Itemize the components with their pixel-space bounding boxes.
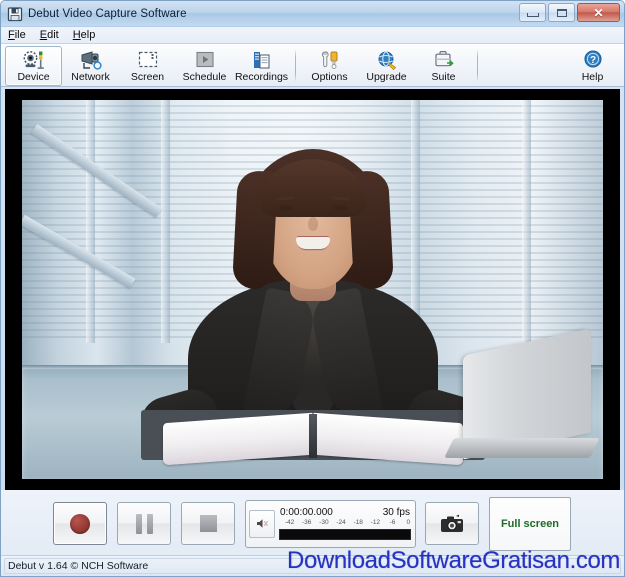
menu-bar: File Edit Help: [1, 27, 624, 44]
mute-button[interactable]: [249, 509, 275, 538]
db-tick: -30: [319, 519, 329, 526]
mouth-smile: [295, 236, 330, 249]
window-mullion: [161, 100, 171, 343]
vu-level-bar: [279, 529, 411, 540]
window-mullion: [85, 100, 95, 343]
db-tick: -6: [389, 519, 396, 526]
record-circle-icon: [70, 513, 90, 534]
eye-left: [278, 204, 292, 211]
app-window: Debut Video Capture Software ✕ File Edit…: [0, 0, 625, 577]
db-scale: -42 -36 -30 -24 -18 -12 -6 0: [279, 519, 411, 528]
toolbar-button-help[interactable]: ? Help: [564, 46, 621, 86]
maximize-button[interactable]: [548, 3, 575, 22]
laptop: [441, 328, 601, 464]
schedule-icon: [193, 49, 217, 71]
db-tick: -36: [302, 519, 312, 526]
toolbar-label-upgrade: Upgrade: [366, 71, 407, 83]
main-toolbar: Device Network Screen Schedule Recording…: [1, 44, 624, 87]
video-preview[interactable]: [5, 89, 620, 490]
minimize-button[interactable]: [519, 3, 546, 22]
stop-button[interactable]: [181, 502, 235, 545]
toolbar-label-help: Help: [581, 71, 604, 83]
toolbar-button-upgrade[interactable]: Upgrade: [358, 46, 415, 86]
db-tick: 0: [406, 519, 411, 526]
close-icon: ✕: [593, 5, 604, 20]
nose: [307, 216, 318, 231]
meter-column: 0:00:00.000 30 fps -42 -36 -30 -24 -18 -…: [279, 503, 411, 545]
record-button[interactable]: [53, 502, 107, 545]
stop-square-icon: [199, 515, 217, 532]
toolbar-label-recordings: Recordings: [234, 71, 289, 83]
toolbar-button-suite[interactable]: Suite: [415, 46, 472, 86]
save-floppy-icon: [7, 6, 23, 22]
speaker-mute-icon: [256, 519, 268, 528]
db-tick: -18: [353, 519, 363, 526]
maximize-icon: [556, 8, 567, 17]
timecode-display: 0:00:00.000: [280, 507, 333, 518]
fullscreen-label: Full screen: [500, 517, 560, 530]
menu-item-file[interactable]: File: [8, 29, 34, 41]
pause-bars-icon: [135, 513, 153, 534]
window-title: Debut Video Capture Software: [28, 7, 187, 20]
upgrade-globe-icon: [375, 49, 399, 71]
window-controls: ✕: [519, 3, 620, 22]
pause-button[interactable]: [117, 502, 171, 545]
title-bar: Debut Video Capture Software ✕: [1, 1, 624, 27]
menu-item-help[interactable]: Help: [73, 29, 104, 41]
book-spine: [308, 414, 317, 459]
toolbar-button-network[interactable]: Network: [62, 46, 119, 86]
control-bar: 0:00:00.000 30 fps -42 -36 -30 -24 -18 -…: [1, 490, 624, 557]
options-tools-icon: [318, 49, 342, 71]
network-camera-icon: [79, 49, 103, 71]
db-tick: -42: [284, 519, 295, 526]
toolbar-separator-2: [477, 49, 478, 82]
fps-display: 30 fps: [382, 507, 410, 518]
db-tick: -12: [370, 519, 381, 526]
suite-briefcase-icon: [432, 49, 456, 71]
eye-right: [333, 204, 347, 211]
video-stage: [22, 100, 603, 479]
status-text: Debut v 1.64 © NCH Software: [8, 560, 149, 572]
audio-meter-panel: 0:00:00.000 30 fps -42 -36 -30 -24 -18 -…: [245, 499, 416, 548]
meter-header: 0:00:00.000 30 fps: [279, 507, 411, 518]
toolbar-label-options: Options: [311, 71, 348, 83]
menu-item-edit[interactable]: Edit: [40, 29, 67, 41]
toolbar-label-screen: Screen: [130, 71, 165, 83]
toolbar-label-schedule: Schedule: [182, 71, 227, 83]
minimize-icon: [526, 13, 539, 17]
fullscreen-button[interactable]: Full screen: [489, 496, 571, 551]
screen-capture-icon: [136, 49, 160, 71]
toolbar-button-screen[interactable]: Screen: [119, 46, 176, 86]
recordings-icon: [250, 49, 274, 71]
help-question-icon: ?: [581, 49, 605, 71]
toolbar-label-device: Device: [17, 71, 50, 83]
svg-text:?: ?: [589, 55, 595, 66]
db-tick: -24: [336, 519, 346, 526]
toolbar-button-schedule[interactable]: Schedule: [176, 46, 233, 86]
laptop-base: [444, 437, 601, 458]
open-book: [140, 404, 485, 466]
toolbar-label-network: Network: [71, 71, 110, 83]
toolbar-button-recordings[interactable]: Recordings: [233, 46, 290, 86]
toolbar-button-options[interactable]: Options: [301, 46, 358, 86]
snapshot-button[interactable]: [425, 502, 479, 545]
toolbar-label-suite: Suite: [431, 71, 456, 83]
close-button[interactable]: ✕: [577, 3, 620, 22]
camera-snapshot-icon: [441, 514, 463, 532]
webcam-device-icon: [22, 49, 46, 71]
window-mullion: [521, 100, 531, 343]
status-bar: Debut v 1.64 © NCH Software: [1, 555, 624, 576]
toolbar-button-device[interactable]: Device: [5, 46, 62, 86]
toolbar-separator-1: [295, 49, 296, 82]
